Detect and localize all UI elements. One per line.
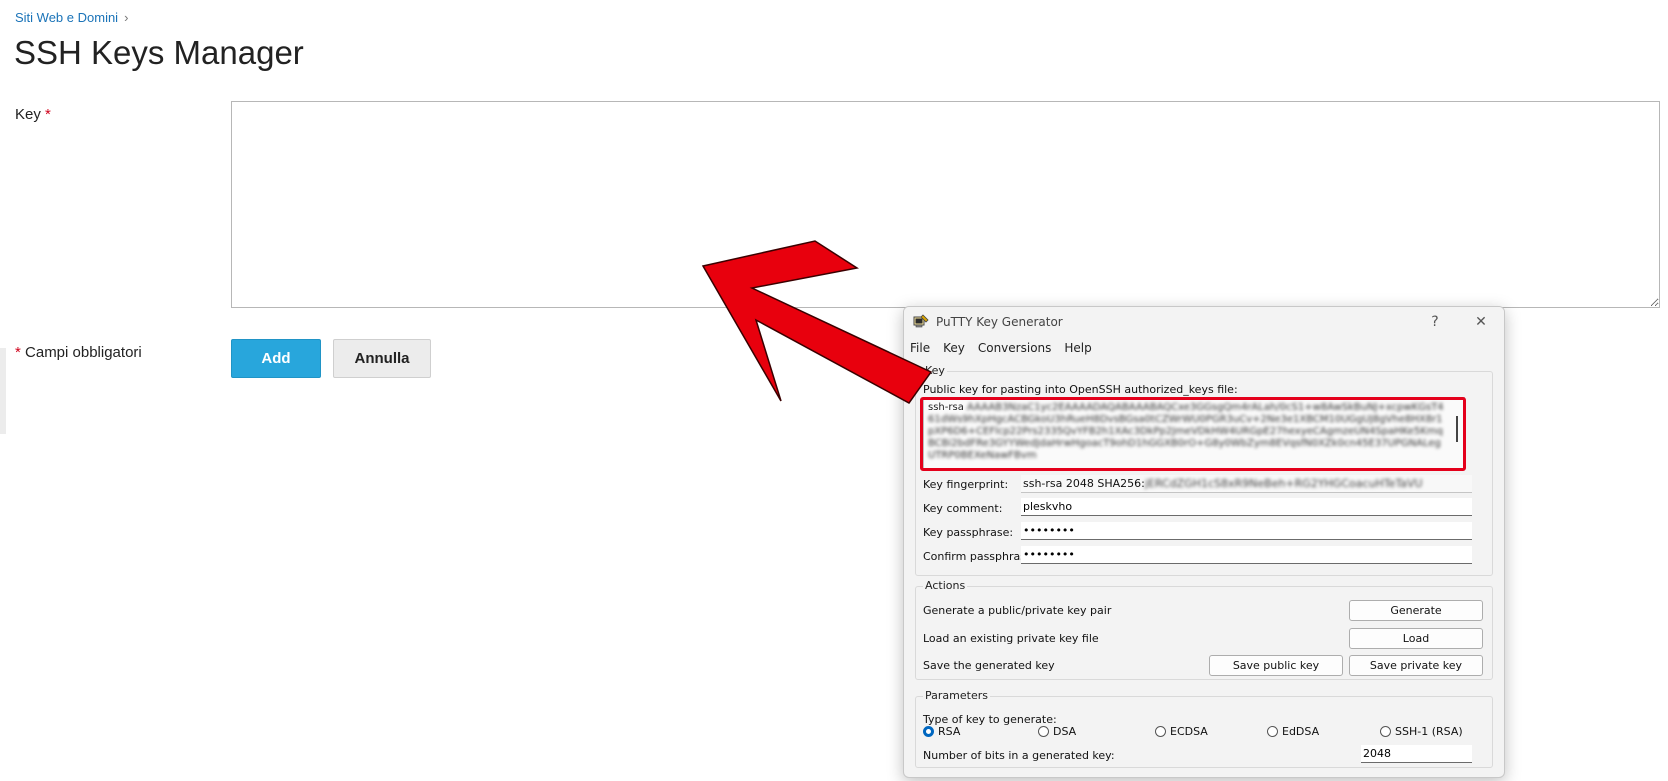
radio-ecdsa-label: ECDSA [1170, 725, 1208, 738]
bits-label: Number of bits in a generated key: [923, 749, 1115, 762]
radio-rsa-dot [923, 726, 934, 737]
add-button[interactable]: Add [231, 339, 321, 378]
generate-description: Generate a public/private key pair [923, 604, 1112, 617]
close-icon[interactable]: ✕ [1458, 307, 1504, 337]
radio-dsa[interactable]: DSA [1038, 725, 1076, 738]
radio-rsa-label: RSA [938, 725, 961, 738]
passphrase-field[interactable] [1021, 522, 1472, 540]
page-title: SSH Keys Manager [14, 34, 304, 71]
cancel-button[interactable]: Annulla [333, 339, 431, 378]
radio-dsa-dot [1038, 726, 1049, 737]
radio-eddsa[interactable]: EdDSA [1267, 725, 1319, 738]
fingerprint-field[interactable]: ssh-rsa 2048 SHA256:jERCdZGH1cS8xR9NeBeh… [1021, 475, 1472, 493]
public-key-label: Public key for pasting into OpenSSH auth… [923, 383, 1238, 396]
radio-dsa-label: DSA [1053, 725, 1077, 738]
required-note-mark: * [15, 344, 21, 361]
putty-menubar: File Key Conversions Help [904, 337, 1504, 359]
putty-titlebar[interactable]: PuTTY Key Generator ? ✕ [904, 307, 1504, 337]
save-public-key-button[interactable]: Save public key [1209, 655, 1343, 676]
menu-file[interactable]: File [910, 341, 930, 355]
fingerprint-prefix: ssh-rsa 2048 SHA256: [1023, 477, 1145, 490]
menu-conversions[interactable]: Conversions [978, 341, 1052, 355]
key-label: Key * [15, 106, 51, 123]
radio-rsa[interactable]: RSA [923, 725, 960, 738]
radio-ecdsa[interactable]: ECDSA [1155, 725, 1208, 738]
save-private-key-button[interactable]: Save private key [1349, 655, 1483, 676]
putty-key-generator-window: PuTTY Key Generator ? ✕ File Key Convers… [903, 306, 1505, 778]
parameters-group-title: Parameters [923, 689, 990, 702]
radio-eddsa-label: EdDSA [1282, 725, 1320, 738]
radio-ssh1-rsa[interactable]: SSH-1 (RSA) [1380, 725, 1463, 738]
required-note-text: Campi obbligatori [25, 344, 142, 361]
passphrase-label: Key passphrase: [923, 526, 1014, 539]
public-key-prefix: ssh-rsa [928, 402, 964, 413]
menu-key[interactable]: Key [943, 341, 965, 355]
fingerprint-value: jERCdZGH1cS8xR9NeBeh+RG2YHGCoacuHTeTaVU [1144, 477, 1423, 490]
public-key-scrollbar[interactable] [1456, 416, 1458, 442]
key-textarea[interactable] [231, 101, 1660, 308]
key-group-title: Key [923, 364, 947, 377]
chevron-right-icon: › [124, 10, 129, 25]
actions-group-title: Actions [923, 579, 968, 592]
side-panel-edge[interactable] [0, 348, 6, 434]
required-fields-note: * Campi obbligatori [15, 344, 142, 361]
putty-app-icon [913, 314, 929, 328]
required-mark: * [45, 106, 51, 123]
fingerprint-label: Key fingerprint: [923, 478, 1009, 491]
save-description: Save the generated key [923, 659, 1055, 672]
comment-label: Key comment: [923, 502, 1003, 515]
public-key-textbox[interactable]: ssh-rsa AAAAB3NzaC1yc2EAAAADAQABAAABAQCx… [923, 397, 1465, 469]
bits-field[interactable] [1361, 745, 1472, 763]
menu-help[interactable]: Help [1064, 341, 1091, 355]
load-description: Load an existing private key file [923, 632, 1099, 645]
public-key-value: AAAAB3NzaC1yc2EAAAADAQABAAABAQCxe3GGsgQm… [928, 402, 1444, 461]
help-icon[interactable]: ? [1412, 307, 1458, 337]
confirm-passphrase-label: Confirm passphrase: [923, 550, 1037, 563]
radio-ecdsa-dot [1155, 726, 1166, 737]
key-label-text: Key [15, 106, 41, 123]
generate-button[interactable]: Generate [1349, 600, 1483, 621]
confirm-passphrase-field[interactable] [1021, 546, 1472, 564]
putty-window-title: PuTTY Key Generator [936, 315, 1063, 329]
load-button[interactable]: Load [1349, 628, 1483, 649]
breadcrumb: Siti Web e Domini › [15, 10, 128, 25]
radio-ssh1-rsa-dot [1380, 726, 1391, 737]
breadcrumb-link-siti-web[interactable]: Siti Web e Domini [15, 10, 118, 25]
radio-eddsa-dot [1267, 726, 1278, 737]
comment-field[interactable] [1021, 498, 1472, 516]
radio-ssh1-rsa-label: SSH-1 (RSA) [1395, 725, 1463, 738]
